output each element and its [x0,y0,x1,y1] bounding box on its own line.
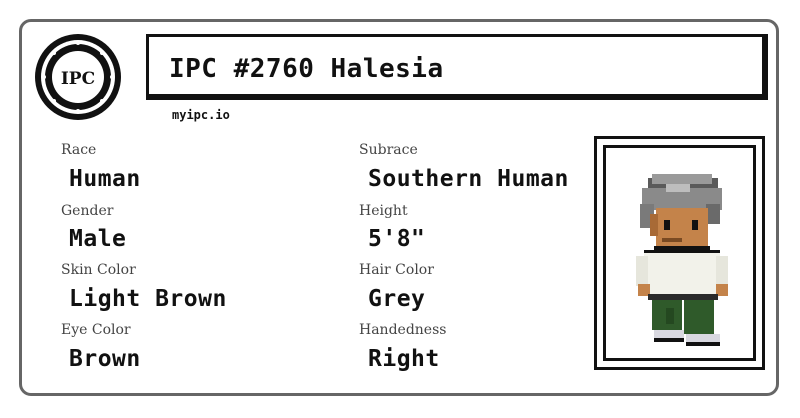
handedness-value: Right [368,346,440,372]
ipc-logo-icon: IPC [35,34,121,120]
character-sprite-icon [636,174,728,346]
logo-text: IPC [61,69,95,89]
skin-color-label: Skin Color [61,262,136,278]
skin-color-value: Light Brown [69,286,227,312]
eye-color-label: Eye Color [61,322,131,338]
portrait-frame [594,136,765,370]
gender-label: Gender [61,203,114,219]
card-title: IPC #2760 Halesia [169,54,444,84]
subrace-label: Subrace [359,142,418,158]
race-label: Race [61,142,97,158]
handedness-label: Handedness [359,322,447,338]
height-label: Height [359,203,408,219]
hair-color-label: Hair Color [359,262,434,278]
hair-color-value: Grey [368,286,426,312]
subrace-value: Southern Human [368,166,569,192]
gender-value: Male [69,226,127,252]
site-link[interactable]: myipc.io [172,108,230,122]
race-value: Human [69,166,141,192]
height-value: 5'8" [368,226,426,252]
title-box: IPC #2760 Halesia [146,34,768,100]
eye-color-value: Brown [69,346,141,372]
portrait-inner-frame [603,145,756,361]
